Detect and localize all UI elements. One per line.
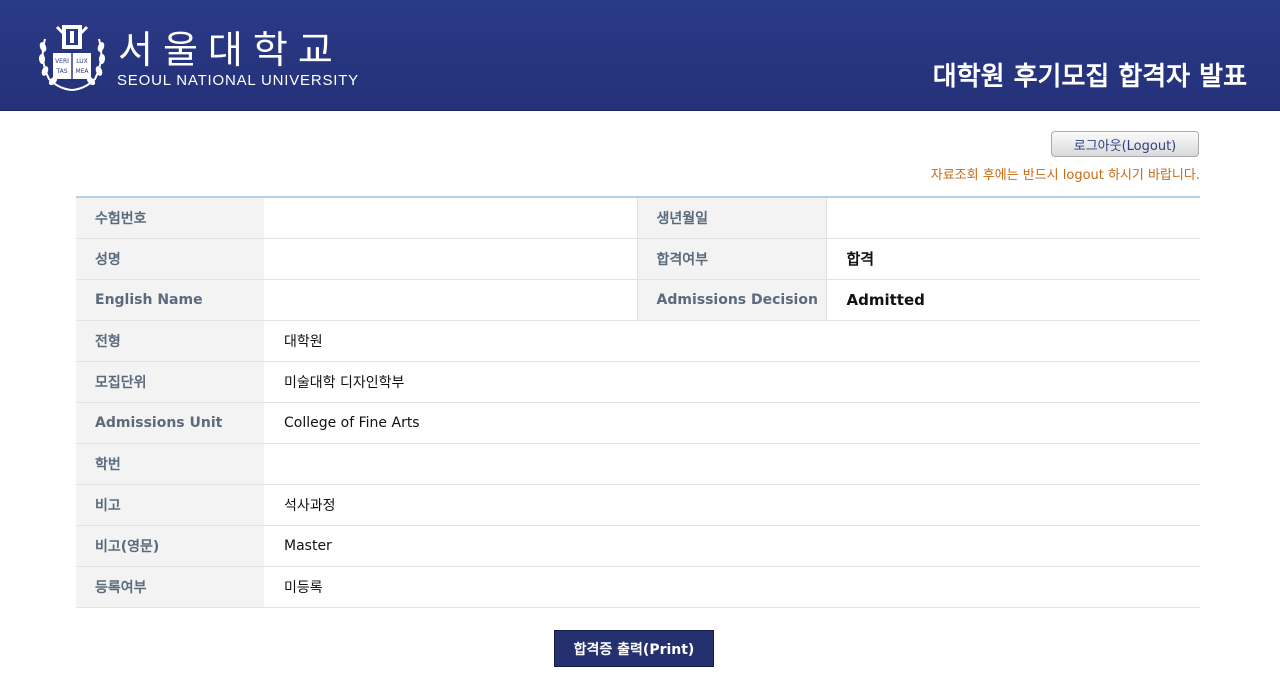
- remarks-en-label: 비고(영문): [76, 525, 264, 566]
- header-banner: VERI LUX TAS MEA 서울대학교 SEOUL NATIONAL UN…: [0, 0, 1280, 111]
- table-row: 성명 합격여부 합격: [76, 238, 1200, 279]
- page-title: 대학원 후기모집 합격자 발표: [932, 62, 1247, 92]
- table-row: 비고 석사과정: [76, 484, 1200, 525]
- name-value: [264, 238, 637, 279]
- print-certificate-button[interactable]: 합격증 출력(Print): [554, 630, 714, 667]
- table-row: 등록여부 미등록: [76, 566, 1200, 607]
- student-id-label: 학번: [76, 443, 264, 484]
- remarks-en-value: Master: [284, 537, 332, 554]
- student-id-value: [264, 443, 1200, 484]
- exam-number-value: [264, 197, 637, 238]
- result-table: 수험번호 생년월일 성명 합격여부 합격 English Name Admiss…: [76, 196, 1200, 608]
- result-label: 합격여부: [636, 238, 827, 279]
- registration-value: 미등록: [284, 579, 323, 596]
- table-row: 모집단위 미술대학 디자인학부: [76, 361, 1200, 402]
- remarks-label: 비고: [76, 484, 264, 525]
- admissions-unit-value: College of Fine Arts: [284, 414, 420, 431]
- svg-text:MEA: MEA: [75, 68, 89, 75]
- admissions-decision-value: Admitted: [846, 290, 925, 309]
- table-row: Admissions Unit College of Fine Arts: [76, 402, 1200, 443]
- result-value: 합격: [846, 250, 875, 268]
- table-row: 전형 대학원: [76, 320, 1200, 361]
- admission-type-value: 대학원: [284, 333, 323, 350]
- name-label: 성명: [76, 238, 264, 279]
- snu-emblem-icon: VERI LUX TAS MEA: [38, 25, 106, 91]
- logo-korean-name: 서울대학교: [118, 28, 343, 72]
- logout-notice: 자료조회 후에는 반드시 logout 하시기 바랍니다.: [930, 168, 1200, 183]
- admission-type-label: 전형: [76, 320, 264, 361]
- table-row: 비고(영문) Master: [76, 525, 1200, 566]
- svg-text:VERI: VERI: [55, 58, 69, 65]
- recruit-unit-value: 미술대학 디자인학부: [284, 374, 405, 391]
- english-name-value: [264, 279, 637, 320]
- english-name-label: English Name: [76, 279, 264, 320]
- birth-date-label: 생년월일: [636, 197, 827, 238]
- exam-number-label: 수험번호: [76, 197, 264, 238]
- svg-text:TAS: TAS: [55, 68, 67, 75]
- logo-english-name: SEOUL NATIONAL UNIVERSITY: [117, 72, 359, 89]
- admissions-unit-label: Admissions Unit: [76, 402, 264, 443]
- registration-label: 등록여부: [76, 566, 264, 607]
- table-row: English Name Admissions Decision Admitte…: [76, 279, 1200, 320]
- remarks-value: 석사과정: [284, 497, 336, 514]
- logout-button[interactable]: 로그아웃(Logout): [1051, 131, 1199, 157]
- svg-text:LUX: LUX: [76, 58, 88, 65]
- recruit-unit-label: 모집단위: [76, 361, 264, 402]
- table-row: 학번: [76, 443, 1200, 484]
- birth-date-value: [826, 197, 1200, 238]
- table-row: 수험번호 생년월일: [76, 197, 1200, 238]
- admissions-decision-label: Admissions Decision: [636, 279, 827, 320]
